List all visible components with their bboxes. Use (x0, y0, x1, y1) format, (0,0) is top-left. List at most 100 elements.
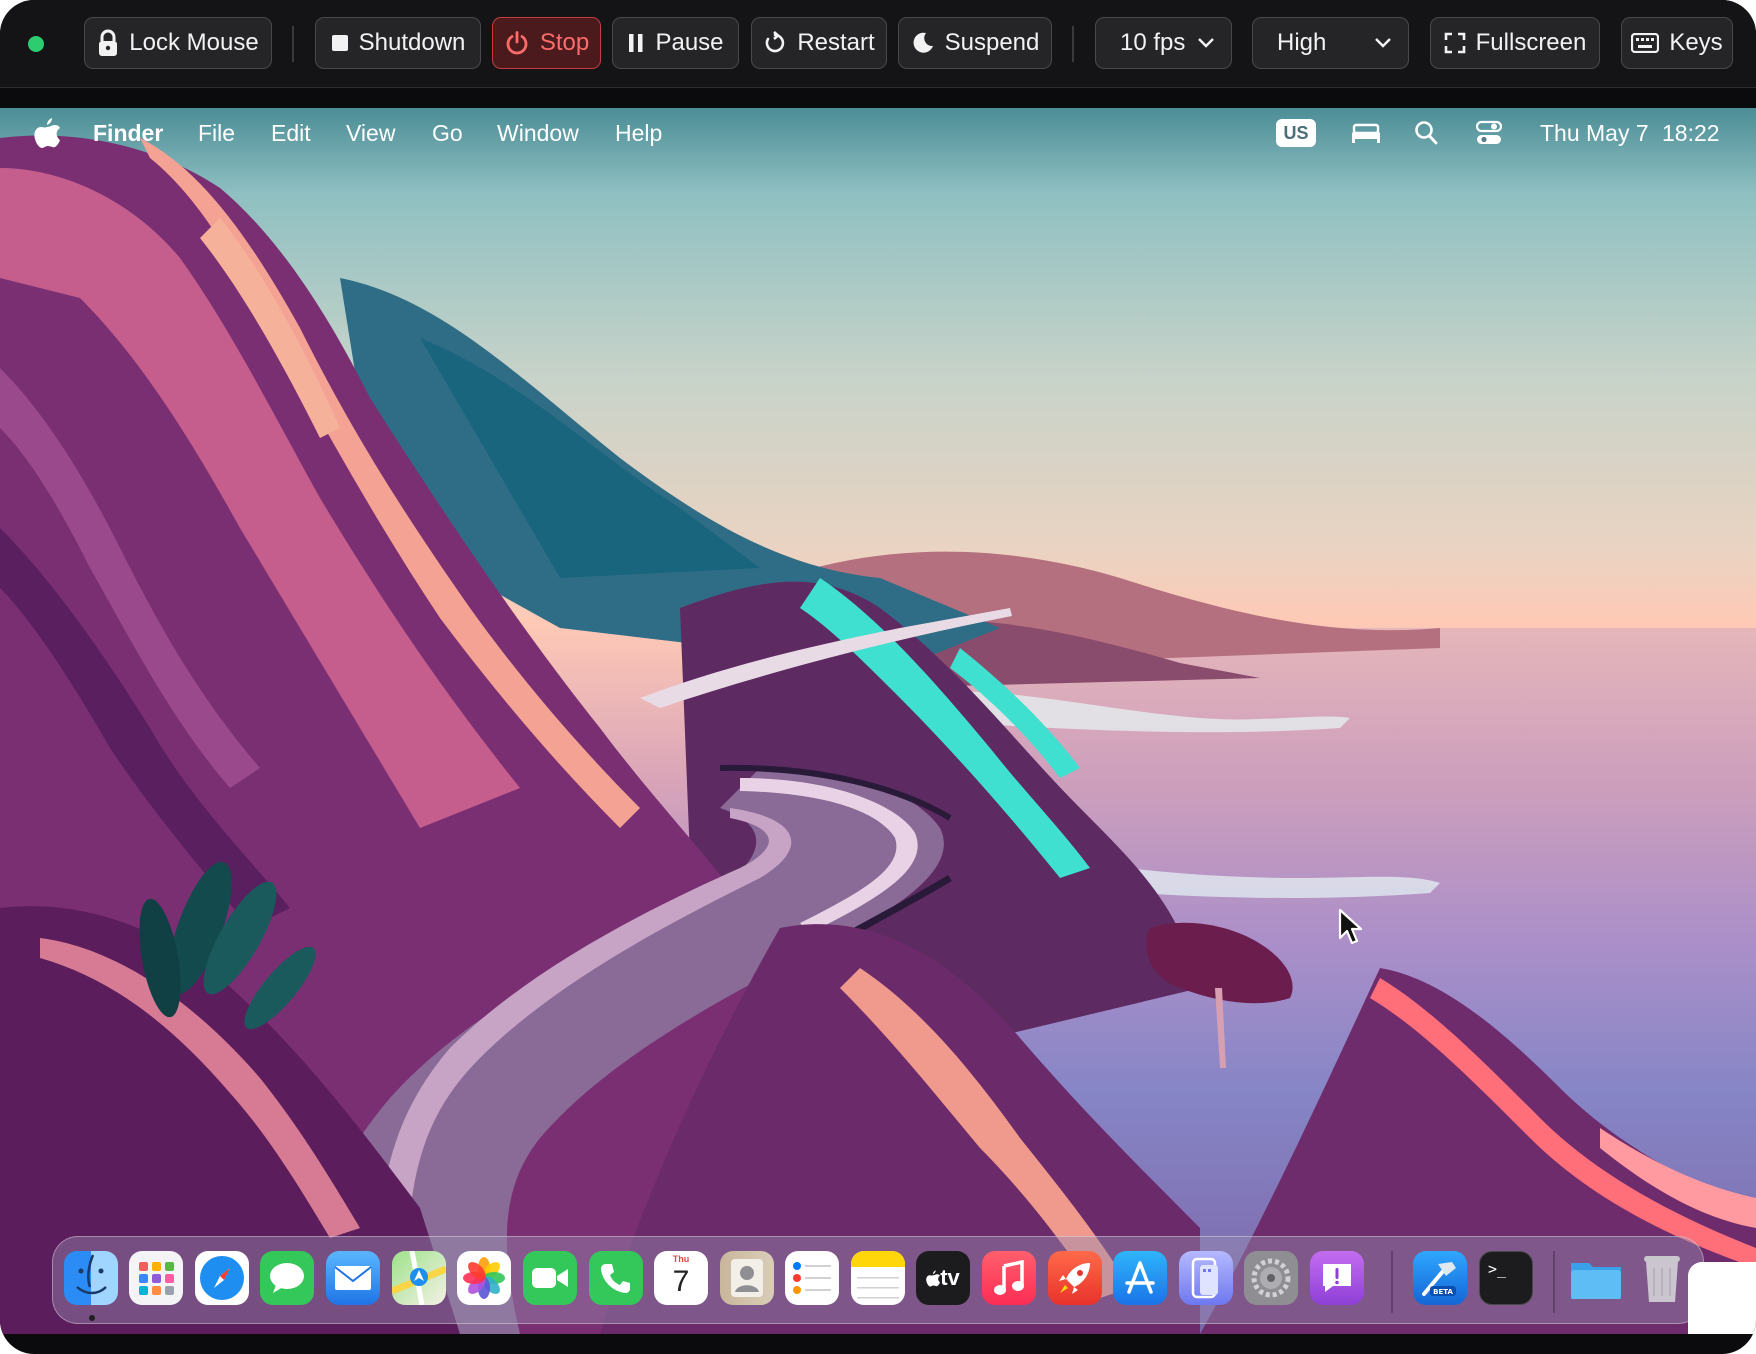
feedback-assistant-icon[interactable] (1310, 1251, 1364, 1305)
calendar-icon[interactable]: Thu 7 (654, 1251, 708, 1305)
music-icon[interactable] (982, 1251, 1036, 1305)
notes-icon[interactable] (851, 1251, 905, 1305)
lock-icon (99, 29, 118, 56)
facetime-icon[interactable] (523, 1251, 577, 1305)
contacts-icon[interactable] (720, 1251, 774, 1305)
menu-bar-time[interactable]: 18:22 (1662, 120, 1720, 147)
photos-icon[interactable] (457, 1251, 511, 1305)
suspend-label: Suspend (944, 29, 1040, 56)
apple-logo-icon (926, 1269, 941, 1287)
video-camera-icon (532, 1268, 568, 1288)
speech-bubble-icon (270, 1263, 304, 1293)
mouse-pointer-icon (1338, 908, 1363, 945)
finder-running-indicator (89, 1315, 95, 1321)
fps-select[interactable]: 10 fps (1095, 17, 1232, 69)
menu-file[interactable]: File (198, 120, 235, 147)
terminal-icon[interactable]: >_ (1479, 1251, 1533, 1305)
fullscreen-button[interactable]: Fullscreen (1430, 17, 1600, 69)
vm-viewer-window: Lock Mouse Shutdown Stop Pause Restart S… (0, 0, 1756, 1354)
macos-menu-bar: Finder File Edit View Go Window Help US (0, 108, 1756, 158)
finder-icon[interactable] (64, 1251, 118, 1305)
quality-select[interactable]: High (1252, 17, 1409, 69)
system-settings-icon[interactable] (1244, 1251, 1298, 1305)
launchpad-icon[interactable] (129, 1251, 183, 1305)
apple-tv-icon[interactable]: tv (916, 1251, 970, 1305)
contact-card-icon (731, 1259, 763, 1297)
square-stop-icon (331, 35, 348, 51)
finder-face-icon (76, 1254, 107, 1295)
xcode-beta-icon[interactable]: BETA (1413, 1251, 1467, 1305)
safari-icon[interactable] (195, 1251, 249, 1305)
restart-icon (765, 31, 785, 53)
macos-desktop[interactable]: Finder File Edit View Go Window Help US (0, 108, 1756, 1334)
quality-value: High (1277, 29, 1327, 56)
photos-flower-icon (463, 1257, 505, 1299)
pause-label: Pause (655, 29, 724, 56)
reminders-list-icon (793, 1262, 831, 1294)
calendar-day-number: 7 (672, 1265, 690, 1298)
dock-divider (1553, 1251, 1555, 1313)
apple-tv-label: tv (940, 1265, 960, 1290)
shutdown-button[interactable]: Shutdown (315, 17, 481, 69)
notes-pad-icon (851, 1251, 905, 1299)
trash-icon[interactable] (1635, 1251, 1689, 1305)
desktop-corner-tile (1688, 1262, 1756, 1334)
restart-button[interactable]: Restart (751, 17, 887, 69)
menu-edit[interactable]: Edit (271, 120, 311, 147)
rocket-icon[interactable] (1048, 1251, 1102, 1305)
hammer-icon: BETA (1422, 1262, 1456, 1296)
control-center-icon[interactable] (1476, 120, 1502, 146)
moon-icon (913, 32, 933, 53)
apple-menu-icon[interactable] (34, 118, 60, 148)
dock-divider (1391, 1251, 1393, 1313)
phone-icon[interactable] (589, 1251, 643, 1305)
safari-compass-icon (200, 1256, 244, 1300)
pause-icon (629, 34, 643, 52)
app-store-icon[interactable] (1113, 1251, 1167, 1305)
coastal-cliffs-wallpaper (0, 135, 1756, 1334)
lock-mouse-button[interactable]: Lock Mouse (84, 17, 272, 69)
stop-label: Stop (539, 29, 590, 56)
sleep-bed-icon[interactable] (1350, 122, 1382, 144)
music-note-icon (994, 1260, 1024, 1295)
exclamation-bubble-icon (1323, 1264, 1351, 1292)
iphone-mirroring-icon[interactable] (1179, 1251, 1233, 1305)
menu-bar-date[interactable]: Thu May 7 (1540, 120, 1649, 147)
mail-icon[interactable] (326, 1251, 380, 1305)
messages-icon[interactable] (260, 1251, 314, 1305)
menu-app-finder[interactable]: Finder (93, 120, 163, 147)
map-road-icon (392, 1251, 446, 1305)
vm-toolbar: Lock Mouse Shutdown Stop Pause Restart S… (0, 0, 1756, 88)
fps-value: 10 fps (1120, 29, 1186, 56)
calendar-weekday: Thu (672, 1254, 690, 1264)
menu-view[interactable]: View (346, 120, 395, 147)
reminders-icon[interactable] (785, 1251, 839, 1305)
connection-status-indicator (28, 36, 44, 52)
launchpad-grid-icon (139, 1262, 174, 1295)
gear-icon (1251, 1258, 1291, 1298)
envelope-icon (334, 1266, 372, 1290)
phone-handset-icon (601, 1264, 630, 1293)
toolbar-divider (1072, 26, 1074, 62)
pause-button[interactable]: Pause (612, 17, 739, 69)
menu-go[interactable]: Go (432, 120, 463, 147)
input-source-indicator[interactable]: US (1276, 119, 1316, 147)
downloads-folder-icon[interactable] (1569, 1251, 1623, 1305)
stop-button[interactable]: Stop (492, 17, 601, 69)
maps-icon[interactable] (392, 1251, 446, 1305)
keys-label: Keys (1669, 29, 1723, 56)
spotlight-search-icon[interactable] (1414, 120, 1438, 146)
power-icon (506, 31, 528, 55)
app-store-a-icon (1125, 1261, 1155, 1294)
macos-dock: Thu 7 tv BETA >_ (52, 1236, 1704, 1324)
keys-button[interactable]: Keys (1621, 17, 1733, 69)
terminal-prompt: >_ (1488, 1260, 1507, 1278)
fullscreen-label: Fullscreen (1475, 29, 1587, 56)
suspend-button[interactable]: Suspend (898, 17, 1052, 69)
menu-window[interactable]: Window (497, 120, 579, 147)
trash-can-icon (1644, 1256, 1680, 1302)
lock-mouse-label: Lock Mouse (129, 29, 259, 56)
xcode-beta-badge: BETA (1433, 1288, 1453, 1296)
restart-label: Restart (797, 29, 875, 56)
menu-help[interactable]: Help (615, 120, 662, 147)
